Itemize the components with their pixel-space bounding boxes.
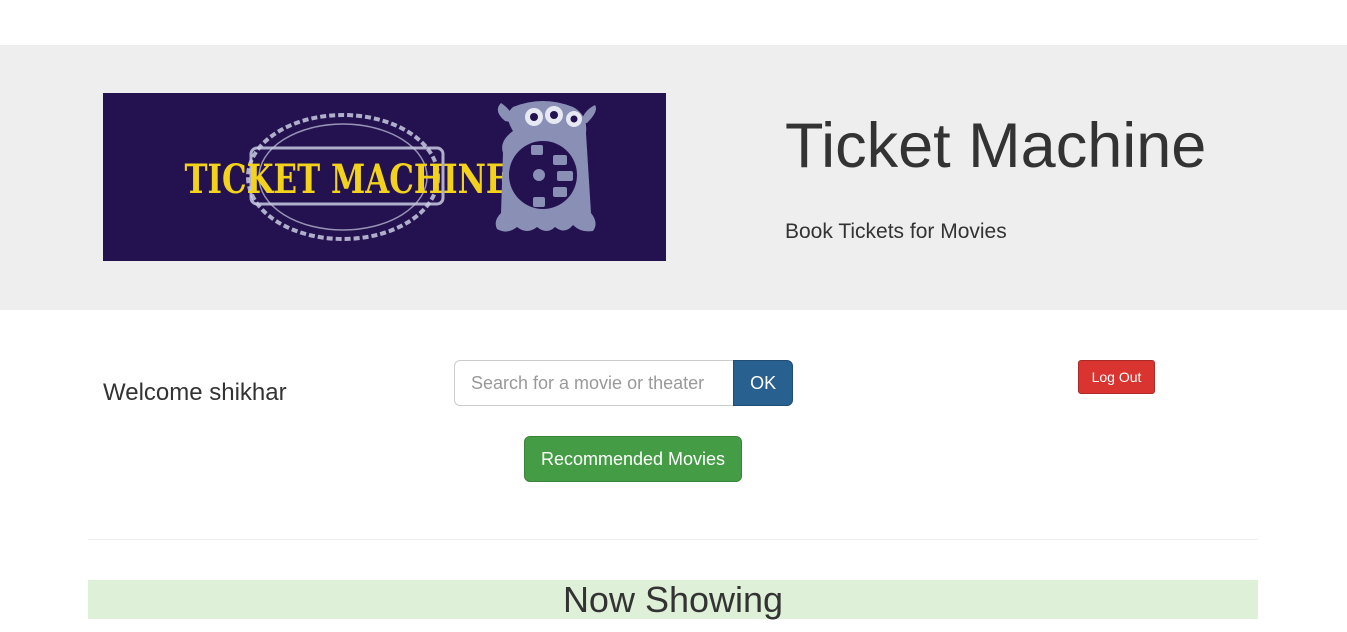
logout-button[interactable]: Log Out bbox=[1078, 360, 1155, 394]
search-form: OK bbox=[454, 360, 793, 406]
now-showing-heading: Now Showing bbox=[88, 580, 1258, 620]
welcome-message: Welcome shikhar bbox=[103, 379, 287, 406]
search-input[interactable] bbox=[454, 360, 734, 406]
site-subtitle: Book Tickets for Movies bbox=[785, 220, 1007, 243]
search-ok-button[interactable]: OK bbox=[733, 360, 793, 406]
site-title: Ticket Machine bbox=[785, 111, 1207, 181]
section-divider bbox=[88, 539, 1258, 540]
header-jumbotron: TICKET MACHINE Ticket Machine Book Ticke… bbox=[0, 45, 1347, 310]
site-logo: TICKET MACHINE bbox=[103, 93, 666, 261]
logo-text: TICKET MACHINE bbox=[185, 156, 510, 203]
recommended-movies-button[interactable]: Recommended Movies bbox=[524, 436, 742, 482]
